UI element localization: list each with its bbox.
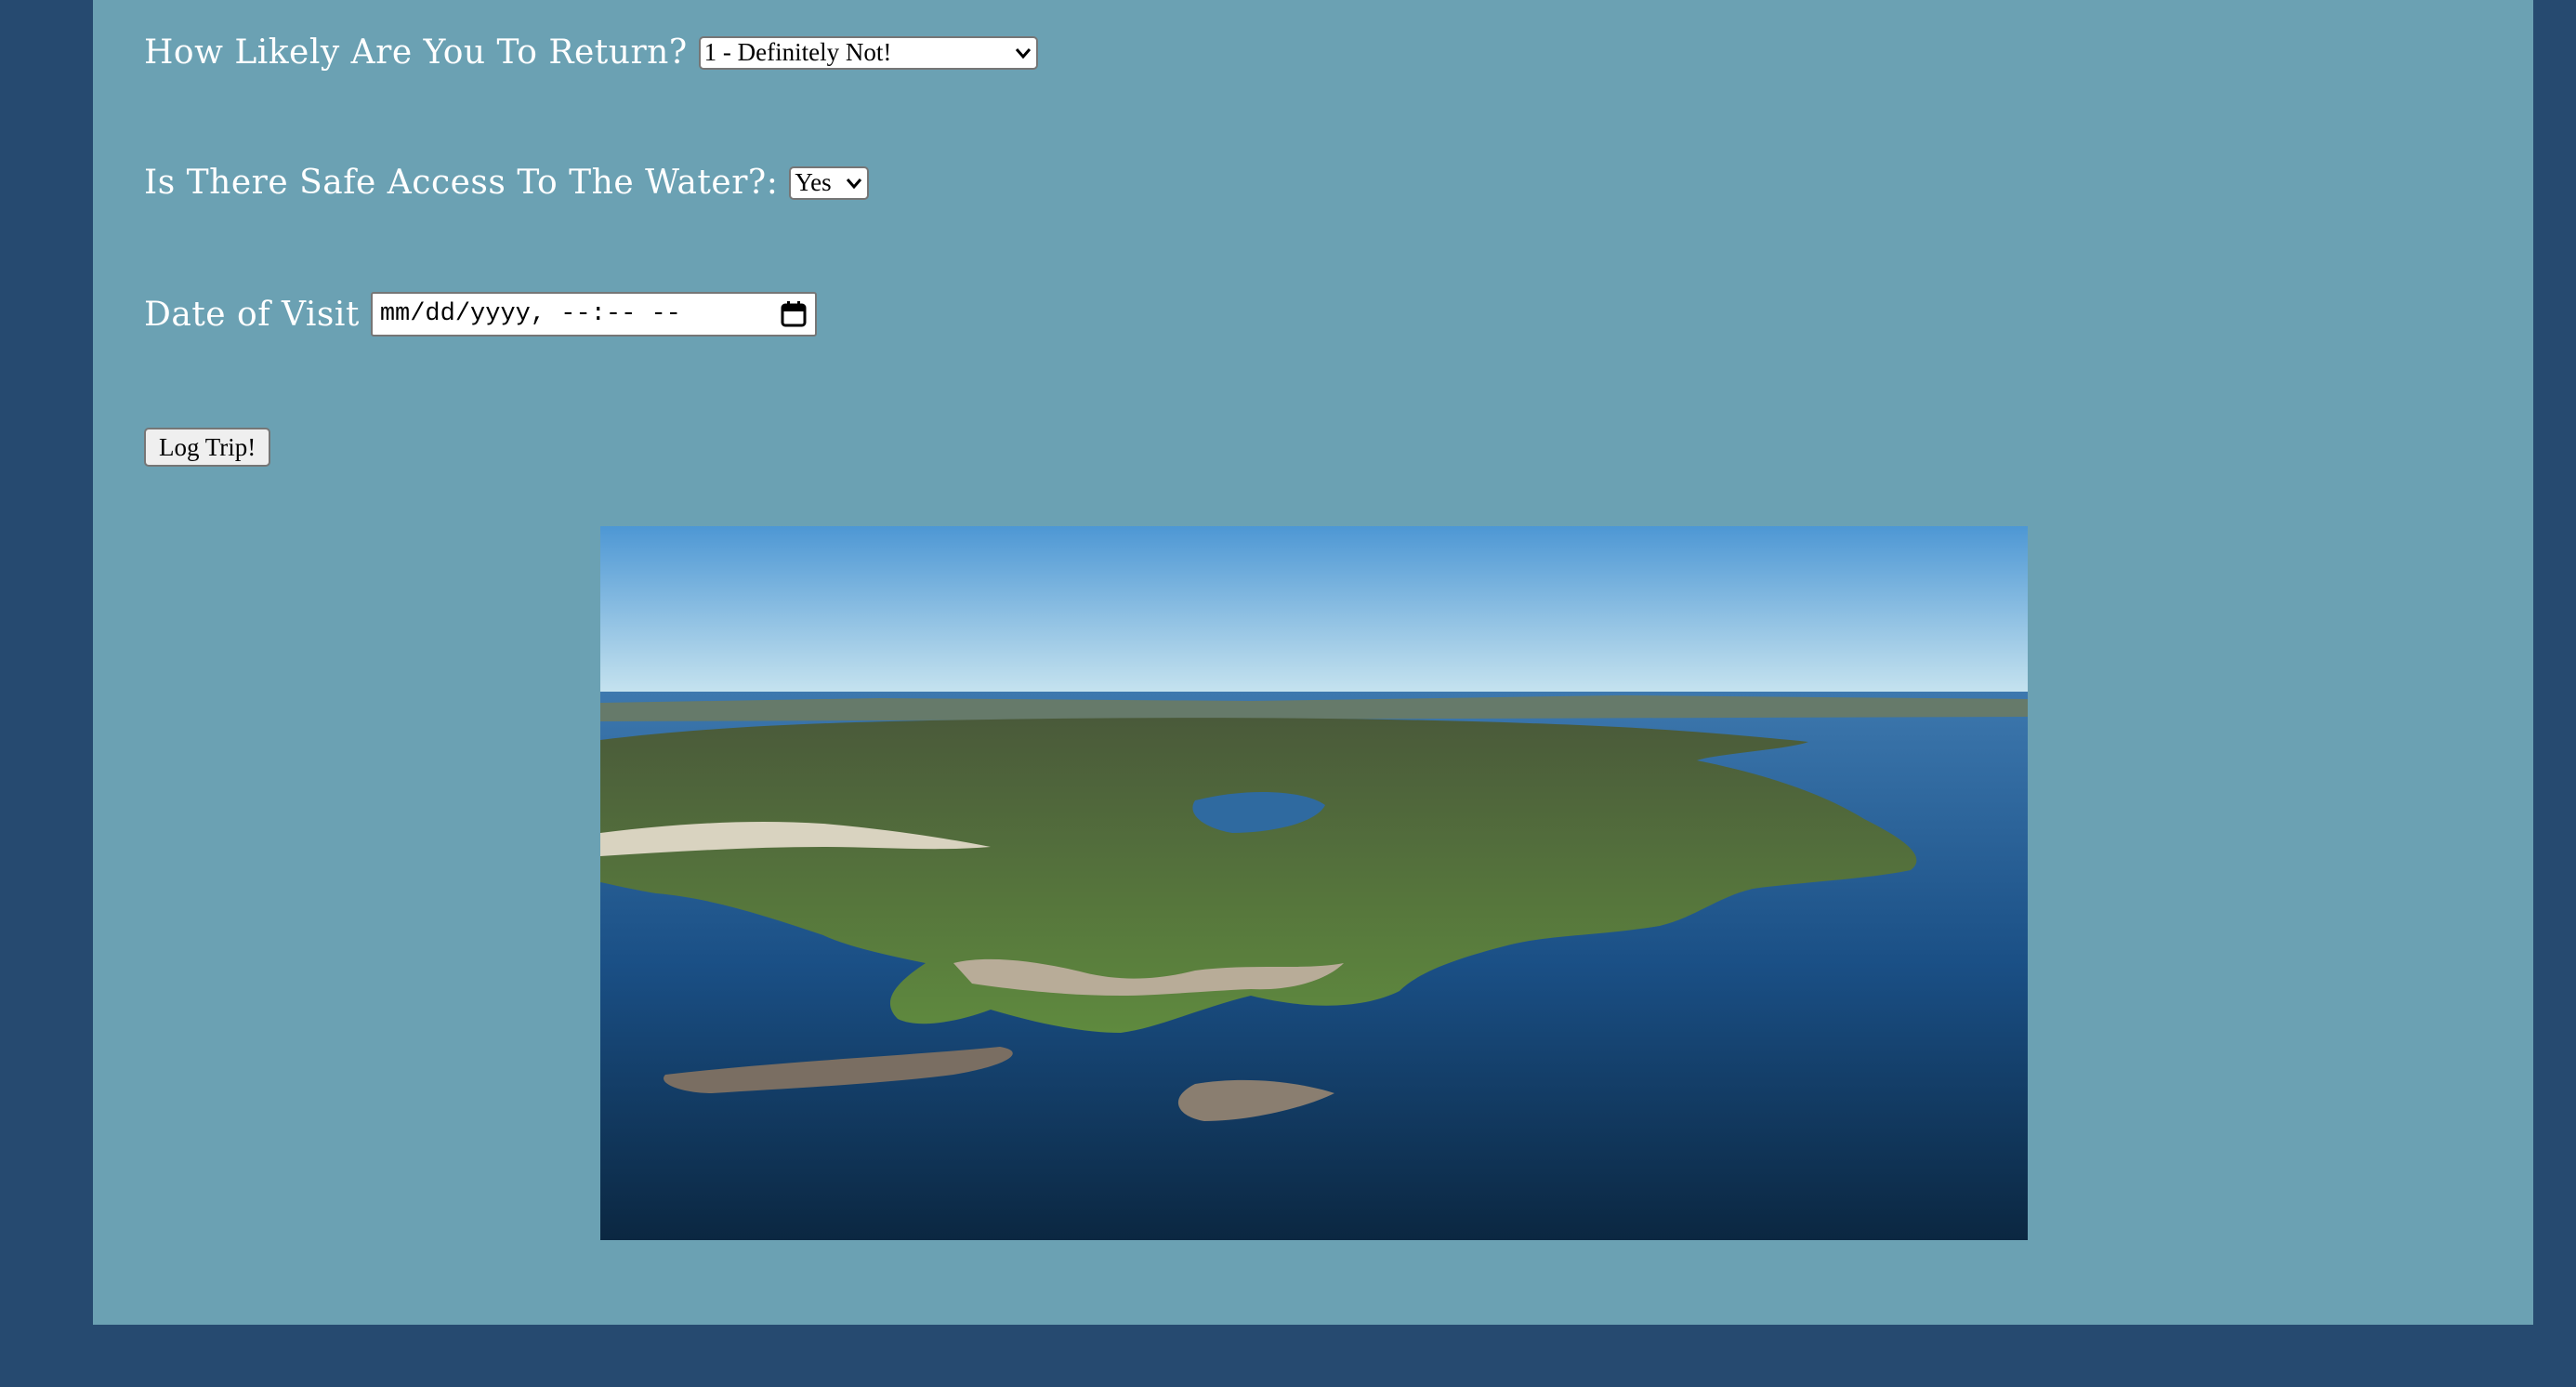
log-trip-button[interactable]: Log Trip! xyxy=(144,428,271,467)
water-access-value: Yes xyxy=(795,168,832,196)
visit-date-placeholder: mm/dd/yyyy, --:-- -- xyxy=(379,300,681,328)
visit-date-row: Date of Visit mm/dd/yyyy, --:-- -- xyxy=(144,292,817,337)
water-access-label: Is There Safe Access To The Water?: xyxy=(144,164,779,202)
chevron-down-icon xyxy=(1015,47,1031,59)
coastline-photo xyxy=(600,526,2028,1240)
water-access-select[interactable]: Yes xyxy=(789,165,870,200)
visit-date-input[interactable]: mm/dd/yyyy, --:-- -- xyxy=(370,292,817,337)
return-likelihood-label: How Likely Are You To Return? xyxy=(144,33,688,72)
submit-row: Log Trip! xyxy=(144,428,271,467)
visit-date-label: Date of Visit xyxy=(144,295,360,334)
return-likelihood-select[interactable]: 1 - Definitely Not! xyxy=(698,35,1038,70)
calendar-icon[interactable] xyxy=(780,300,808,328)
chevron-down-icon xyxy=(847,178,862,189)
coastline-photo-graphic xyxy=(600,526,2028,1240)
form-panel: How Likely Are You To Return? 1 - Defini… xyxy=(93,0,2533,1325)
return-likelihood-value: 1 - Definitely Not! xyxy=(703,38,892,66)
return-likelihood-row: How Likely Are You To Return? 1 - Defini… xyxy=(144,33,1038,72)
water-access-row: Is There Safe Access To The Water?: Yes xyxy=(144,164,870,202)
